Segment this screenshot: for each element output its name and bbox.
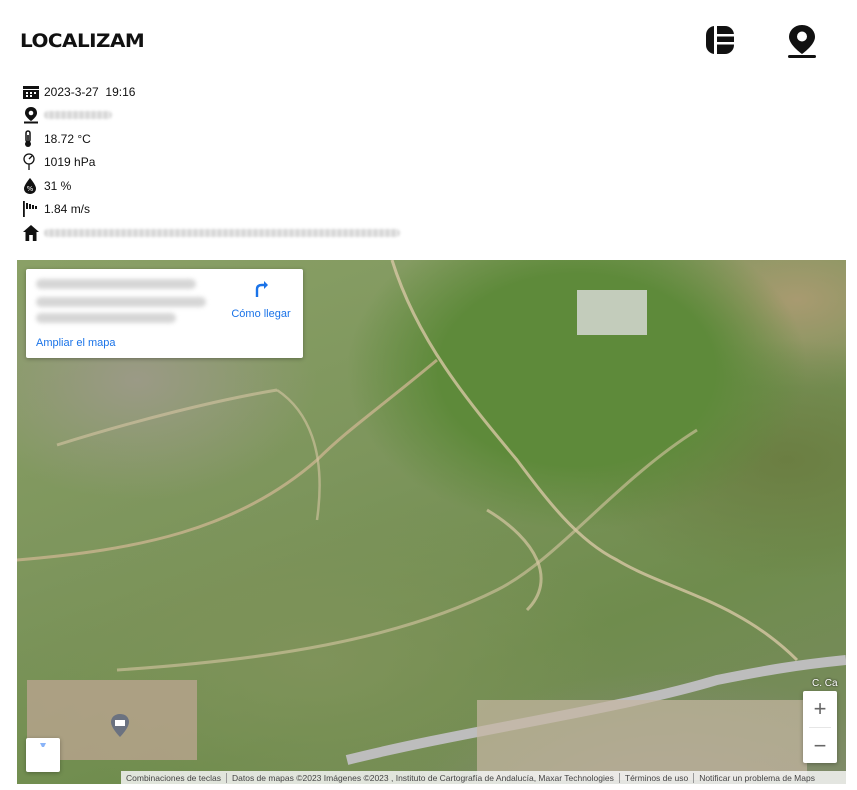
location-pin-icon <box>22 105 42 125</box>
map-data-attribution: Datos de mapas ©2023 Imágenes ©2023 , In… <box>227 772 620 783</box>
calendar-icon <box>22 82 42 102</box>
directions-label: Cómo llegar <box>231 308 291 320</box>
location-row <box>22 104 400 128</box>
place-name-redacted <box>36 279 196 289</box>
list-menu-icon[interactable] <box>702 22 738 60</box>
street-view-pegman-button[interactable] <box>26 738 60 772</box>
date-row: 2023-3-27 19:16 <box>22 80 400 104</box>
pegman-icon <box>40 743 46 747</box>
keyboard-shortcuts-link[interactable]: Combinaciones de teclas <box>121 772 227 783</box>
road-label: C. Ca <box>812 678 838 689</box>
map-attribution-bar: Combinaciones de teclas Datos de mapas ©… <box>121 771 846 784</box>
wind-icon <box>22 199 42 219</box>
time-value: 19:16 <box>105 84 136 99</box>
place-card: Cómo llegar Ampliar el mapa <box>26 269 303 358</box>
thermometer-icon <box>22 129 42 149</box>
pressure-value: 1019 hPa <box>44 155 96 170</box>
temperature-row: 18.72 °C <box>22 127 400 151</box>
zoom-in-button[interactable]: + <box>803 691 837 727</box>
directions-icon <box>255 281 268 297</box>
date-value: 2023-3-27 <box>44 84 99 99</box>
zoom-control: + − <box>803 691 837 763</box>
satellite-map[interactable]: Cómo llegar Ampliar el mapa C. Ca + − Co… <box>17 260 846 784</box>
pressure-icon <box>22 152 42 172</box>
wind-value: 1.84 m/s <box>44 202 91 217</box>
museum-marker-icon[interactable] <box>109 713 131 739</box>
humidity-icon: % <box>22 176 42 196</box>
weather-info-panel: 2023-3-27 19:16 18.72 °C 1019 hPa % 31 %… <box>22 80 400 245</box>
svg-text:%: % <box>27 185 34 193</box>
home-icon <box>22 223 42 243</box>
map-pin-icon[interactable] <box>784 22 820 60</box>
terms-link[interactable]: Términos de uso <box>620 772 695 783</box>
place-address-redacted-2 <box>36 313 176 323</box>
report-problem-link[interactable]: Notificar un problema de Maps <box>694 773 820 783</box>
zoom-out-button[interactable]: − <box>803 728 837 764</box>
directions-button[interactable]: Cómo llegar <box>226 279 296 320</box>
address-redacted <box>44 228 400 237</box>
address-row <box>22 221 400 245</box>
enlarge-map-link[interactable]: Ampliar el mapa <box>36 337 115 349</box>
location-redacted <box>44 111 112 120</box>
temperature-value: 18.72 °C <box>44 131 91 146</box>
pressure-row: 1019 hPa <box>22 151 400 175</box>
humidity-row: % 31 % <box>22 174 400 198</box>
place-address-redacted <box>36 297 206 307</box>
app-logo[interactable]: LOCALIZAM <box>20 30 145 52</box>
humidity-value: 31 % <box>44 178 72 193</box>
wind-row: 1.84 m/s <box>22 198 400 222</box>
